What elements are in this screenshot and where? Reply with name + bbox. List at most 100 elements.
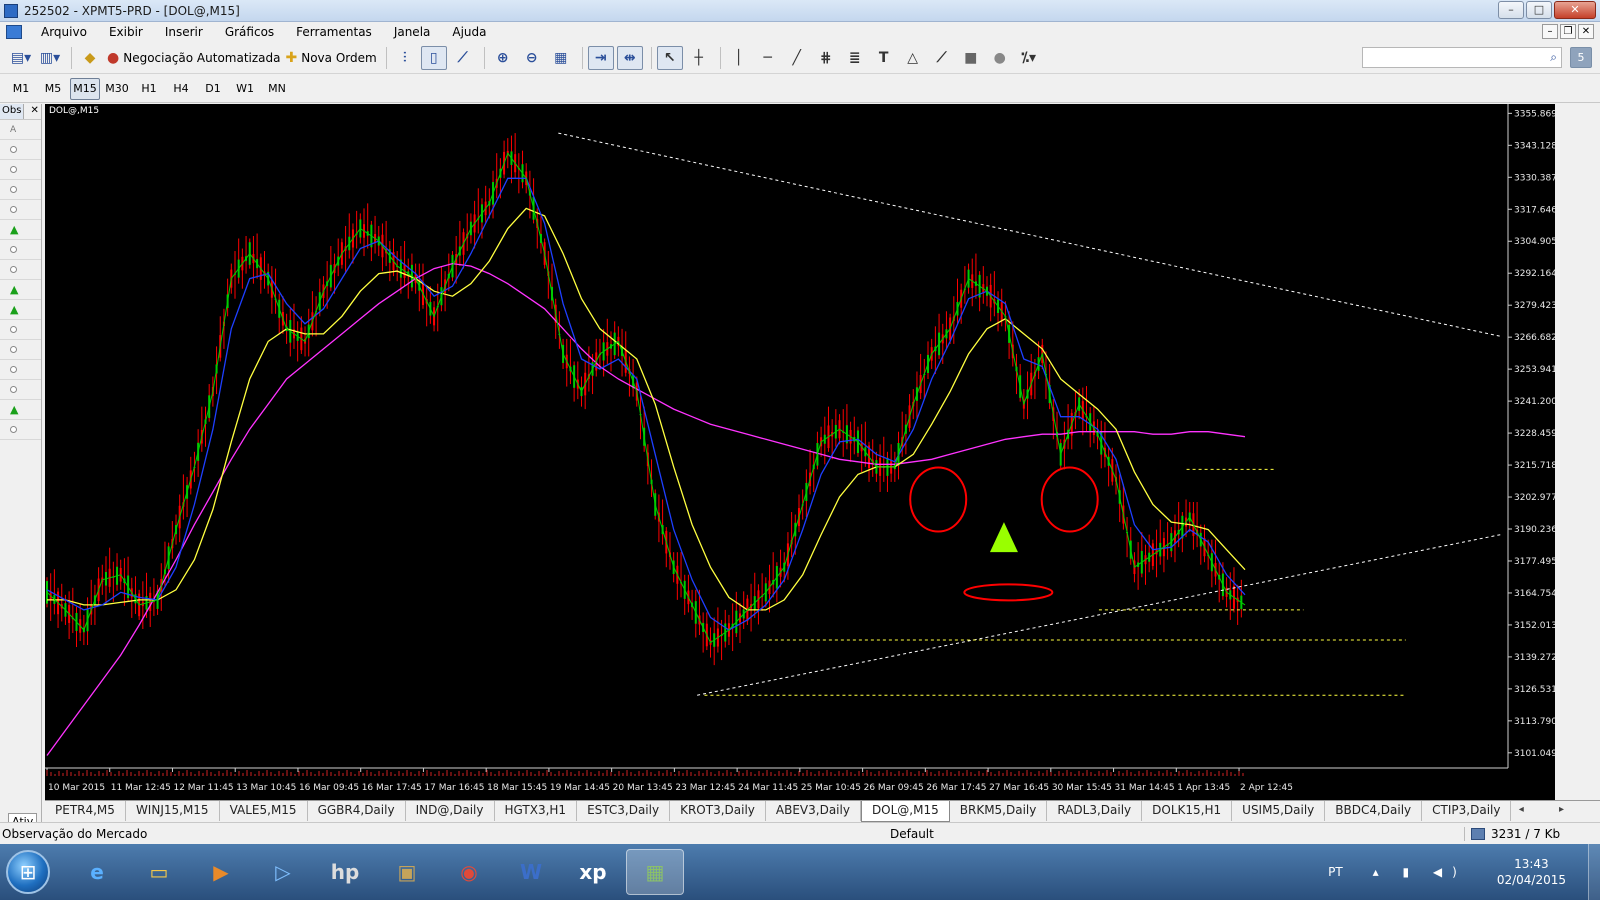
document-icon[interactable] — [6, 25, 22, 39]
market-watch-row[interactable] — [0, 320, 41, 340]
chart-shift-button[interactable]: ⇹ — [616, 45, 643, 70]
auto-trading-button[interactable]: ● Negociação Automatizada — [106, 46, 282, 70]
market-watch-row[interactable]: ▲ — [0, 220, 41, 240]
market-watch-row[interactable] — [0, 180, 41, 200]
chart-tab[interactable]: WINJ15,M15 — [126, 801, 220, 821]
taskbar-app-button[interactable]: xp — [564, 849, 622, 895]
maximize-button[interactable]: □ — [1526, 1, 1552, 19]
shapes-menu-button[interactable]: ⁒▾ — [1016, 46, 1042, 70]
market-watch-row[interactable] — [0, 340, 41, 360]
auto-scroll-button[interactable]: ⇥ — [587, 45, 614, 70]
tf-m5-button[interactable]: M5 — [38, 78, 68, 100]
market-watch-row[interactable] — [0, 360, 41, 380]
chart-tab[interactable]: PETR4,M5 — [45, 801, 126, 821]
close-button[interactable]: ✕ — [1554, 1, 1596, 19]
minimize-button[interactable]: – — [1498, 1, 1524, 19]
chart-tab[interactable]: DOLK15,H1 — [1142, 801, 1233, 821]
chart-tab[interactable]: HGTX3,H1 — [495, 801, 578, 821]
taskbar-app-button[interactable]: ▣ — [378, 849, 436, 895]
market-watch-row[interactable]: A — [0, 120, 41, 140]
taskbar-app-button[interactable]: ▶ — [192, 849, 250, 895]
chart-tab[interactable]: BBDC4,Daily — [1325, 801, 1423, 821]
taskbar-app-button[interactable]: ▷ — [254, 849, 312, 895]
chart-tab[interactable]: BRKM5,Daily — [950, 801, 1048, 821]
line-chart-button[interactable]: ⟋ — [450, 46, 476, 70]
language-indicator[interactable]: PT — [1328, 865, 1343, 879]
tf-mn-button[interactable]: MN — [262, 78, 292, 100]
chart-tab[interactable]: GGBR4,Daily — [308, 801, 406, 821]
chart-tab[interactable]: ESTC3,Daily — [577, 801, 671, 821]
market-watch-row[interactable] — [0, 200, 41, 220]
tf-h1-button[interactable]: H1 — [134, 78, 164, 100]
menu-graficos[interactable]: Gráficos — [214, 25, 285, 39]
chart-close-button[interactable]: ✕ — [1578, 24, 1594, 39]
menu-inserir[interactable]: Inserir — [154, 25, 214, 39]
text-button[interactable]: T — [871, 46, 897, 70]
taskbar-app-button[interactable]: ▦ — [626, 849, 684, 895]
ellipse-button[interactable]: ● — [987, 46, 1013, 70]
triangle-button[interactable]: △ — [900, 46, 926, 70]
clock[interactable]: 13:43 02/04/2015 — [1497, 856, 1566, 888]
tf-m30-button[interactable]: M30 — [102, 78, 132, 100]
cursor-button[interactable]: ↖ — [656, 45, 683, 70]
help-button[interactable]: 5 — [1570, 47, 1592, 68]
chart-minimize-button[interactable]: – — [1542, 24, 1558, 39]
search-input[interactable]: ⌕ — [1362, 47, 1562, 68]
zoom-out-button[interactable]: ⊖ — [519, 46, 545, 70]
zoom-in-button[interactable]: ⊕ — [490, 46, 516, 70]
chart-tab[interactable]: CTIP3,Daily — [1422, 801, 1512, 821]
tf-m15-button[interactable]: M15 — [70, 77, 100, 100]
taskbar-app-button[interactable]: ▭ — [130, 849, 188, 895]
chart-canvas[interactable]: 3355.869 3343.128 3330.387 3317.646 3304.905… — [45, 104, 1555, 800]
market-watch-row[interactable] — [0, 260, 41, 280]
market-watch-row[interactable]: ▲ — [0, 300, 41, 320]
taskbar-app-button[interactable]: e — [68, 849, 126, 895]
market-watch-row[interactable]: ▲ — [0, 280, 41, 300]
start-button[interactable]: ⊞ — [6, 850, 50, 894]
menu-exibir[interactable]: Exibir — [98, 25, 154, 39]
tab-scroll-arrows[interactable]: ◂ ▸ — [1519, 804, 1580, 815]
menu-ferramentas[interactable]: Ferramentas — [285, 25, 383, 39]
market-watch-row[interactable] — [0, 420, 41, 440]
price-chart[interactable]: 3355.869 3343.128 3330.387 3317.646 3304.905… — [45, 104, 1555, 800]
profiles-button[interactable]: ▥▾ — [37, 46, 63, 70]
taskbar-app-button[interactable]: ◉ — [440, 849, 498, 895]
taskbar-app-button[interactable]: W — [502, 849, 560, 895]
chart-tab[interactable]: KROT3,Daily — [670, 801, 766, 821]
channels-button[interactable]: ⋕ — [813, 46, 839, 70]
new-chart-button[interactable]: ▤▾ — [8, 46, 34, 70]
chart-tab[interactable]: USIM5,Daily — [1232, 801, 1326, 821]
market-watch-row[interactable] — [0, 160, 41, 180]
tf-h4-button[interactable]: H4 — [166, 78, 196, 100]
market-watch-row[interactable] — [0, 140, 41, 160]
show-desktop-button[interactable] — [1588, 844, 1600, 900]
menu-ajuda[interactable]: Ajuda — [441, 25, 497, 39]
chart-tab[interactable]: VALE5,M15 — [220, 801, 308, 821]
candlestick-button[interactable]: ▯ — [420, 45, 447, 70]
bar-chart-button[interactable]: ⫶ — [392, 46, 418, 70]
chart-tab[interactable]: IND@,Daily — [406, 801, 495, 821]
menu-janela[interactable]: Janela — [383, 25, 442, 39]
chart-tab[interactable]: DOL@,M15 — [860, 801, 950, 822]
tf-w1-button[interactable]: W1 — [230, 78, 260, 100]
market-watch-row[interactable]: ▲ — [0, 400, 41, 420]
chart-tab[interactable]: RADL3,Daily — [1047, 801, 1143, 821]
tf-d1-button[interactable]: D1 — [198, 78, 228, 100]
panel-close-button[interactable]: ✕ — [24, 104, 44, 119]
trendline-button[interactable]: ╱ — [784, 46, 810, 70]
taskbar-app-button[interactable]: hp — [316, 849, 374, 895]
market-watch-row[interactable] — [0, 380, 41, 400]
metaeditor-button[interactable]: ◆ — [77, 46, 103, 70]
tile-windows-button[interactable]: ▦ — [548, 46, 574, 70]
horizontal-line-button[interactable]: ─ — [755, 46, 781, 70]
market-watch-tab[interactable]: Obs — [0, 104, 25, 119]
chart-tab[interactable]: ABEV3,Daily — [766, 801, 861, 821]
fibonacci-button[interactable]: ≣ — [842, 46, 868, 70]
menu-arquivo[interactable]: Arquivo — [30, 25, 98, 39]
tf-m1-button[interactable]: M1 — [6, 78, 36, 100]
market-watch-row[interactable] — [0, 240, 41, 260]
chart-restore-button[interactable]: ❐ — [1560, 24, 1576, 39]
new-order-button[interactable]: ✚ Nova Ordem — [285, 46, 378, 70]
tray-icons[interactable]: ▴ ▮ ◀) — [1373, 865, 1467, 879]
elliott-button[interactable]: ⟋ — [929, 46, 955, 70]
